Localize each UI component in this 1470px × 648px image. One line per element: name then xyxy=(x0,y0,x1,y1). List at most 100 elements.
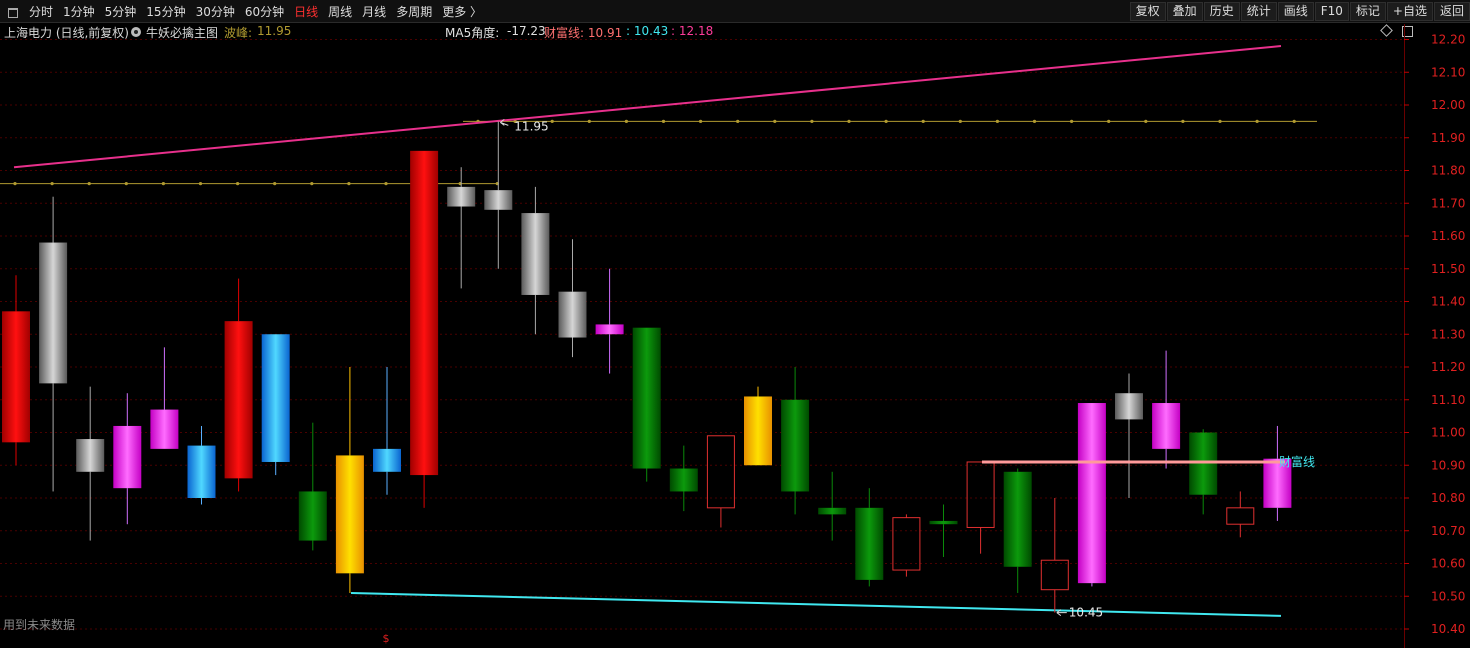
candle-body xyxy=(150,409,179,449)
candle xyxy=(187,425,216,505)
level-line-11-76-dot xyxy=(124,182,128,186)
y-tick-label: 11.50 xyxy=(1431,262,1465,276)
candle xyxy=(929,504,958,557)
candle-body xyxy=(855,507,884,580)
level-line-11-76-dot xyxy=(384,182,388,186)
level-line-11-76-dot xyxy=(310,182,314,186)
candle xyxy=(966,461,995,554)
y-tick-label: 11.30 xyxy=(1431,327,1465,341)
level-line-11-95-dot xyxy=(773,119,777,123)
y-tick-label: 12.00 xyxy=(1431,98,1465,112)
candle-body xyxy=(1226,507,1255,525)
level-line-11-95-dot xyxy=(1070,119,1074,123)
level-line-11-95-dot xyxy=(736,119,740,123)
y-tick-label: 11.60 xyxy=(1431,229,1465,243)
candle-body xyxy=(2,311,30,443)
level-line-11-95-dot xyxy=(587,119,591,123)
candle-body xyxy=(1040,559,1069,591)
level-line-11-76-dot xyxy=(236,182,240,186)
candle-body xyxy=(1077,403,1106,584)
high-price-label: 11.95 xyxy=(514,119,548,133)
candle xyxy=(669,445,698,512)
candle xyxy=(76,386,105,541)
candle-body xyxy=(1189,432,1218,495)
level-line-11-95-dot xyxy=(1255,119,1259,123)
y-tick-label: 10.80 xyxy=(1431,491,1465,505)
candle-body xyxy=(929,520,958,525)
level-line-11-95-dot xyxy=(1144,119,1148,123)
level-line-11-76-dot xyxy=(50,182,54,186)
level-line-11-95-dot xyxy=(921,119,925,123)
candle-body xyxy=(76,439,105,472)
y-tick-label: 10.90 xyxy=(1431,458,1465,472)
candle xyxy=(224,278,253,492)
candle xyxy=(558,239,587,358)
level-line-11-95-dot xyxy=(550,119,554,123)
y-tick-label: 11.90 xyxy=(1431,131,1465,145)
candle xyxy=(744,386,772,466)
level-line-11-95-dot xyxy=(661,119,666,123)
candle-body xyxy=(113,425,142,489)
candle xyxy=(150,347,179,449)
candle xyxy=(261,334,290,476)
candle xyxy=(632,327,661,482)
candle xyxy=(39,196,68,492)
candle-body xyxy=(595,324,624,335)
candle xyxy=(373,367,401,495)
candle-body xyxy=(1115,393,1143,420)
candle xyxy=(447,167,476,289)
candle-body xyxy=(669,468,698,492)
candle-body xyxy=(298,491,327,541)
candle-body xyxy=(521,213,550,295)
candle-body xyxy=(484,190,513,210)
level-line-11-95-dot xyxy=(884,119,888,123)
level-line-11-76-dot xyxy=(198,182,203,186)
y-tick-label: 11.00 xyxy=(1431,426,1465,440)
candlestick-chart[interactable]: 12.20 12.10 12.00 11.90 11.80 11.70 11.60 11.50… xyxy=(0,0,1470,648)
y-tick-label: 11.20 xyxy=(1431,360,1465,374)
y-tick-label: 10.70 xyxy=(1431,524,1465,538)
candle-body xyxy=(224,321,253,479)
candle xyxy=(410,150,439,508)
s-signal-marker: $ xyxy=(383,632,390,645)
candle xyxy=(2,275,30,466)
level-line-11-95-dot xyxy=(1107,119,1111,123)
candle xyxy=(521,186,550,335)
candle-body xyxy=(373,448,401,472)
y-tick-label: 10.60 xyxy=(1431,557,1465,571)
candle-body xyxy=(706,435,735,509)
candle xyxy=(1003,468,1032,593)
y-tick-label: 10.40 xyxy=(1431,622,1465,636)
candle-body xyxy=(781,399,810,492)
y-tick-label: 10.50 xyxy=(1431,589,1465,603)
level-line-11-95-dot xyxy=(958,119,962,123)
y-tick-label: 11.70 xyxy=(1431,196,1465,210)
candle-body xyxy=(558,291,587,338)
candle xyxy=(1263,425,1292,521)
candle xyxy=(892,514,921,577)
candle xyxy=(335,367,364,593)
candle xyxy=(1115,373,1143,498)
low-price-label: 10.45 xyxy=(1069,606,1103,620)
candle xyxy=(484,121,513,269)
y-tick-label: 11.80 xyxy=(1431,164,1465,178)
level-line-11-76-dot xyxy=(347,182,351,186)
candle-body xyxy=(187,445,216,498)
level-line-11-76-dot xyxy=(87,182,91,186)
y-tick-label: 11.10 xyxy=(1431,393,1465,407)
candle xyxy=(298,422,327,551)
candle-body xyxy=(261,334,290,462)
level-line-11-76-dot xyxy=(161,182,165,186)
wealth-line-label: 财富线 xyxy=(1279,454,1315,469)
candle xyxy=(781,367,810,515)
level-line-11-95-dot xyxy=(699,119,703,123)
candle-body xyxy=(39,242,68,384)
level-line-11-95-dot xyxy=(810,119,814,123)
level-line-11-95-dot xyxy=(1218,119,1222,123)
candle-body xyxy=(744,396,772,466)
candle xyxy=(1152,350,1181,469)
candle xyxy=(1040,498,1069,613)
y-tick-label: 11.40 xyxy=(1431,295,1465,309)
candle-body xyxy=(818,507,847,515)
candle xyxy=(1077,403,1106,587)
